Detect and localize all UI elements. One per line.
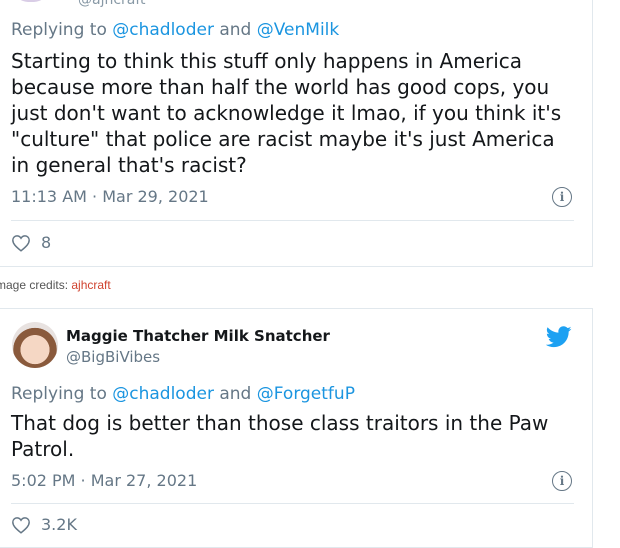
tweet-text: Starting to think this stuff only happen…: [11, 49, 562, 177]
image-credits: mage credits: ajhcraft: [0, 278, 111, 292]
credit-link[interactable]: ajhcraft: [71, 278, 110, 292]
mention-link[interactable]: @ForgetfuP: [257, 384, 355, 404]
like-button[interactable]: 3.2K: [11, 515, 77, 534]
info-icon[interactable]: i: [552, 187, 572, 207]
user-handle[interactable]: @ajhcraft: [78, 0, 146, 8]
like-button[interactable]: 8: [11, 233, 51, 252]
divider: [11, 220, 574, 221]
twitter-bird-icon[interactable]: [546, 326, 572, 348]
tweet-text: That dog is better than those class trai…: [11, 411, 549, 461]
tweet-timestamp[interactable]: 11:13 AM · Mar 29, 2021: [11, 187, 209, 206]
heart-icon: [12, 234, 30, 252]
tweet-card[interactable]: Maggie Thatcher Milk Snatcher @BigBiVibe…: [0, 308, 593, 548]
tweet-card[interactable]: @ajhcraft Replying to @chadloder and @Ve…: [0, 0, 593, 267]
info-icon[interactable]: i: [552, 471, 572, 491]
avatar[interactable]: [12, 322, 58, 368]
mention-link[interactable]: @chadloder: [112, 384, 214, 404]
replying-to: Replying to @chadloder and @VenMilk: [11, 20, 340, 40]
display-name[interactable]: Maggie Thatcher Milk Snatcher: [66, 327, 330, 345]
heart-icon: [12, 516, 30, 534]
avatar[interactable]: [14, 0, 48, 2]
replying-to: Replying to @chadloder and @ForgetfuP: [11, 384, 355, 404]
like-count: 3.2K: [41, 515, 77, 534]
like-count: 8: [41, 233, 52, 252]
mention-link[interactable]: @VenMilk: [257, 20, 340, 40]
divider: [11, 503, 574, 504]
tweet-timestamp[interactable]: 5:02 PM · Mar 27, 2021: [11, 471, 197, 490]
user-handle[interactable]: @BigBiVibes: [66, 348, 160, 366]
mention-link[interactable]: @chadloder: [112, 20, 214, 40]
